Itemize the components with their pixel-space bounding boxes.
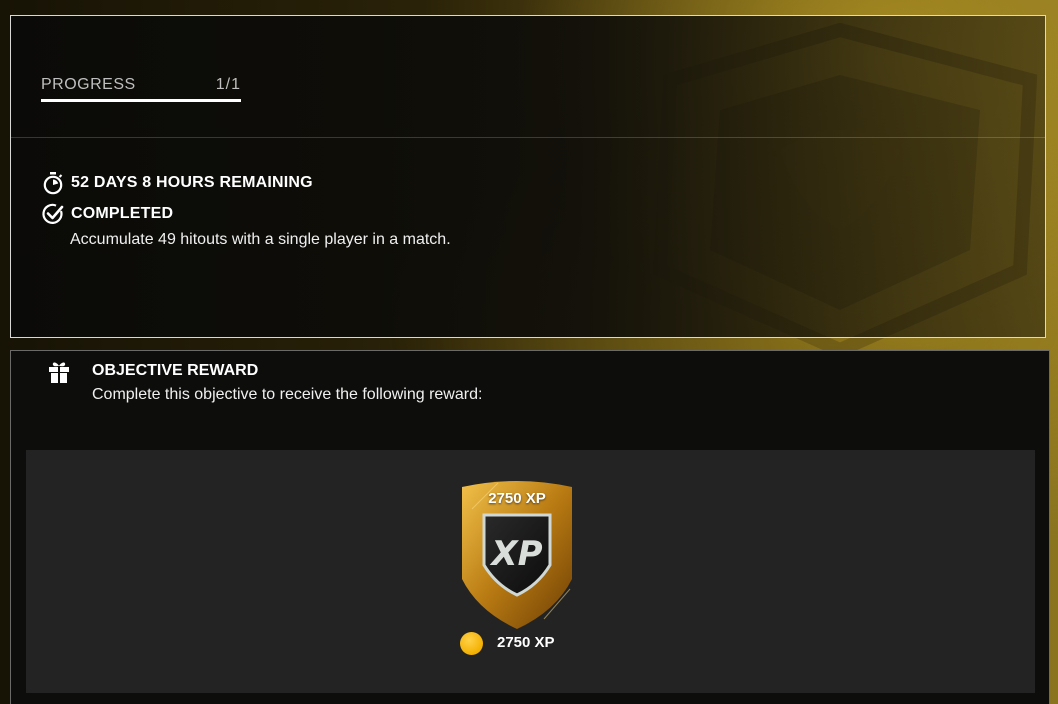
coin-icon	[460, 632, 483, 655]
time-remaining-row: 52 DAYS 8 HOURS REMAINING	[41, 171, 313, 195]
progress-label: PROGRESS	[41, 76, 136, 93]
reward-panel: OBJECTIVE REWARD Complete this objective…	[10, 350, 1050, 704]
reward-subtitle: Complete this objective to receive the f…	[92, 386, 483, 403]
progress-fill	[41, 99, 241, 102]
stopwatch-icon	[43, 172, 63, 195]
progress-value: 1/1	[215, 76, 241, 93]
badge-xp-label: 2750 XP	[488, 490, 546, 507]
status-row: COMPLETED	[41, 202, 173, 226]
svg-text:XP: XP	[489, 534, 542, 574]
gift-icon	[49, 362, 69, 383]
reward-amount: 2750 XP	[497, 634, 555, 651]
reward-item-card[interactable]: XP 2750 XP 2750 XP	[26, 450, 1035, 693]
progress-indicator: PROGRESS 1/1	[41, 76, 241, 106]
divider	[11, 137, 1045, 138]
progress-bar	[41, 99, 241, 102]
status-text: COMPLETED	[71, 205, 174, 222]
objective-panel: PROGRESS 1/1 52 DAYS 8 HOURS REMAINING C…	[10, 15, 1046, 338]
objective-description: Accumulate 49 hitouts with a single play…	[70, 231, 451, 248]
reward-title: OBJECTIVE REWARD	[92, 362, 259, 379]
time-remaining-text: 52 DAYS 8 HOURS REMAINING	[71, 174, 313, 191]
check-circle-icon	[42, 203, 64, 224]
